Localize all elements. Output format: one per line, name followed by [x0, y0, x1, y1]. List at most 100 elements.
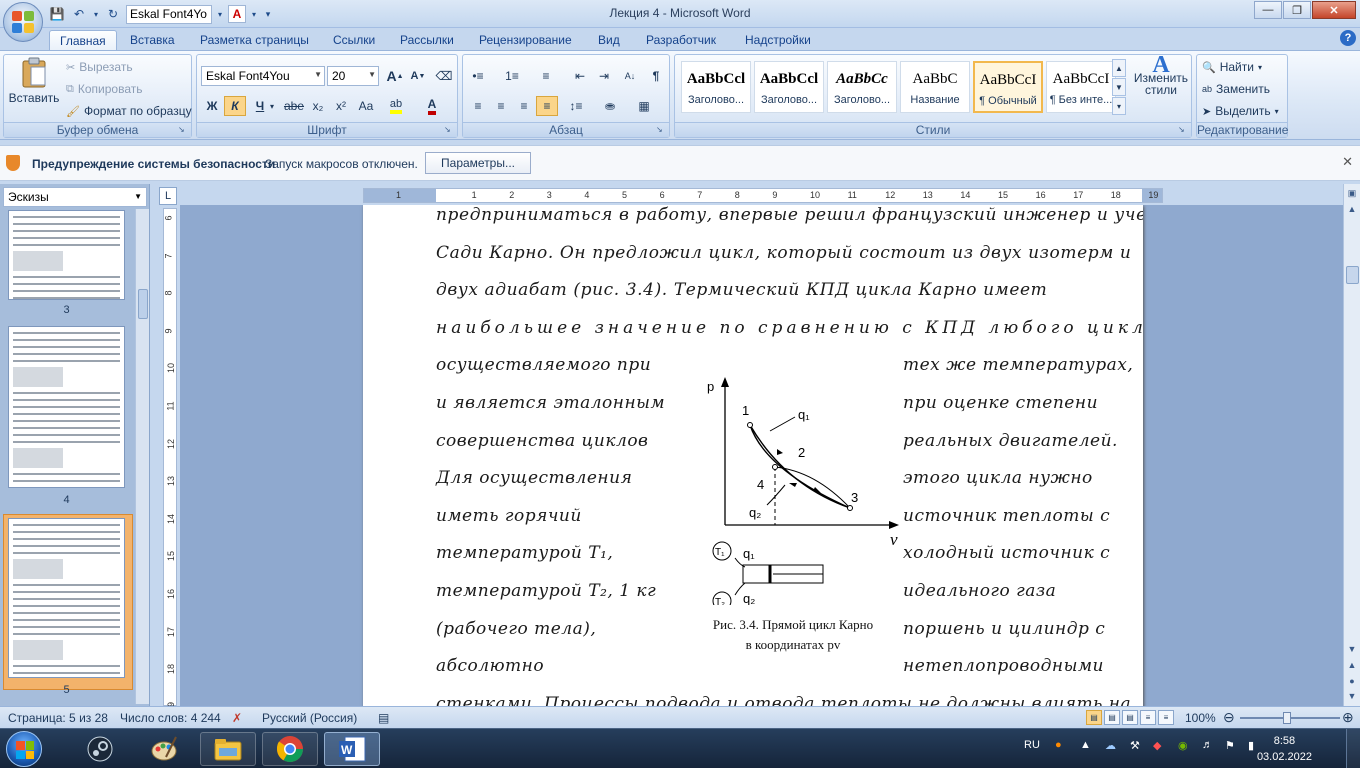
select-button[interactable]: ➤ Выделить ▾ [1202, 104, 1279, 118]
document-area[interactable]: p v 1 2 3 4 q₁ q₂ T₁ q₁ T₂ q₂ Рис. 3.4. … [180, 205, 1343, 706]
close-icon[interactable]: ✕ [1342, 154, 1353, 170]
superscript-button[interactable]: x² [330, 96, 352, 116]
style-item[interactable]: AaBbC Название [900, 61, 970, 113]
multilevel-list-button[interactable]: ≡ [535, 66, 557, 86]
align-left-button[interactable]: ≡ [467, 96, 489, 116]
document-page[interactable]: p v 1 2 3 4 q₁ q₂ T₁ q₁ T₂ q₂ Рис. 3.4. … [363, 205, 1143, 706]
style-item[interactable]: AaBbCcl Заголово... [754, 61, 824, 113]
document-text-line[interactable]: наибольшее значение по сравнению с КПД л… [436, 318, 1143, 338]
keyboard-language[interactable]: RU [1024, 739, 1040, 751]
tray-flag-icon[interactable]: ⚑ [1225, 739, 1235, 752]
chrome-taskbar-icon[interactable] [262, 732, 318, 766]
change-styles-button[interactable]: A Изменить стили [1133, 53, 1189, 96]
tray-volume-icon[interactable]: ♬ [1202, 739, 1213, 751]
tray-network-icon[interactable]: ▲ [1080, 739, 1091, 751]
tray-avast-icon[interactable]: ● [1055, 739, 1062, 751]
align-right-button[interactable]: ≡ [513, 96, 535, 116]
word-taskbar-icon[interactable]: W [324, 732, 380, 766]
office-button[interactable] [3, 2, 43, 42]
replace-button[interactable]: ab Заменить [1202, 82, 1270, 96]
print-layout-view-icon[interactable]: ▤ [1086, 710, 1102, 725]
document-text-line[interactable]: идеального газа [903, 581, 1056, 601]
word-count[interactable]: Число слов: 4 244 [120, 711, 221, 725]
scroll-up-icon[interactable]: ▲ [1345, 202, 1359, 216]
tab-selector-button[interactable]: L [159, 187, 177, 205]
document-text-line[interactable]: (рабочего тела), [436, 619, 596, 639]
tab-references[interactable]: Ссылки [323, 30, 385, 50]
web-layout-icon[interactable]: ▤ [1122, 710, 1138, 725]
help-icon[interactable]: ? [1340, 30, 1356, 46]
show-desktop-button[interactable] [1346, 729, 1360, 768]
show-marks-button[interactable]: ¶ [645, 66, 667, 86]
select-browse-object-icon[interactable]: ● [1345, 674, 1359, 688]
strikethrough-button[interactable]: abe [283, 96, 305, 116]
thumbnail-page[interactable] [8, 326, 125, 488]
shrink-font-button[interactable]: A ▼ [407, 66, 429, 86]
restore-icon[interactable]: ❐ [1283, 1, 1311, 19]
paragraph-launcher-icon[interactable]: ↘ [656, 125, 666, 135]
font-launcher-icon[interactable]: ↘ [444, 125, 454, 135]
underline-dropdown-icon[interactable]: ▾ [267, 96, 277, 116]
document-text-line[interactable]: двух адиабат (рис. 3.4). Термический КПД… [436, 280, 1136, 300]
document-text-line[interactable]: температурой T₁, [436, 543, 613, 563]
taskbar-clock[interactable]: 8:58 03.02.2022 [1257, 733, 1312, 765]
style-item[interactable]: AaBbCc Заголово... [827, 61, 897, 113]
steam-taskbar-icon[interactable] [72, 732, 128, 766]
font-name-combo[interactable]: Eskal Font4You ▼ [201, 66, 325, 86]
zoom-in-icon[interactable]: ⊕ [1342, 709, 1354, 726]
thumbnail-scrollbar[interactable] [135, 209, 149, 704]
zoom-level[interactable]: 100% [1185, 711, 1216, 725]
numbering-button[interactable]: 1≡ [501, 66, 523, 86]
document-text-line[interactable]: и является эталонным [436, 393, 665, 413]
copy-button[interactable]: ⧉ Копировать [66, 82, 142, 96]
tab-insert[interactable]: Вставка [120, 30, 185, 50]
thumbnail-scroll-thumb[interactable] [138, 289, 148, 319]
style-item[interactable]: AaBbCcI ¶ Обычный [973, 61, 1043, 113]
document-text-line[interactable]: Сади Карно. Он предложил цикл, который с… [436, 243, 1136, 263]
styles-scroll-up-icon[interactable]: ▲ [1112, 59, 1126, 77]
document-text-line[interactable]: совершенства циклов [436, 431, 648, 451]
subscript-button[interactable]: x₂ [307, 96, 329, 116]
bullets-button[interactable]: •≡ [467, 66, 489, 86]
document-text-line[interactable]: нетеплопроводными [903, 656, 1104, 676]
find-button[interactable]: 🔍 Найти ▾ [1202, 60, 1262, 74]
vertical-scroll-thumb[interactable] [1346, 266, 1359, 284]
spellcheck-icon[interactable]: ✗ [232, 711, 242, 725]
line-spacing-button[interactable]: ↕≡ [565, 96, 587, 116]
document-text-line[interactable]: Для осуществления [436, 468, 632, 488]
zoom-out-icon[interactable]: ⊖ [1223, 709, 1235, 726]
draft-view-icon[interactable]: ≡ [1158, 710, 1174, 725]
format-painter-button[interactable]: 🖌 Формат по образцу [66, 104, 192, 118]
tab-home[interactable]: Главная [49, 30, 117, 50]
close-icon[interactable]: ✕ [1312, 1, 1356, 19]
borders-button[interactable]: ▦ [633, 96, 655, 116]
document-text-line[interactable]: стенками. Процессы подвода и отвода тепл… [436, 694, 1131, 706]
ruler-toggle-icon[interactable]: ▣ [1345, 186, 1359, 200]
document-text-line[interactable]: реальных двигателей. [903, 431, 1118, 451]
language-indicator[interactable]: Русский (Россия) [262, 711, 357, 725]
full-screen-reading-icon[interactable]: ▤ [1104, 710, 1120, 725]
thumbnail-page[interactable] [8, 518, 125, 678]
document-text-line[interactable]: предприниматься в работу, впервые решил … [436, 205, 1143, 225]
tab-page-layout[interactable]: Разметка страницы [190, 30, 319, 50]
grow-font-button[interactable]: A ▲ [384, 66, 406, 86]
thumbnail-page[interactable] [8, 210, 125, 300]
document-text-line[interactable]: абсолютно [436, 656, 544, 676]
shading-button[interactable]: ⛂ [599, 96, 621, 116]
cut-button[interactable]: ✂ Вырезать [66, 60, 133, 74]
vertical-scrollbar[interactable]: ▣ ▲ ▼ ▲ ● ▼ [1343, 184, 1360, 706]
zoom-slider-thumb[interactable] [1283, 712, 1291, 724]
page-count[interactable]: Страница: 5 из 28 [8, 711, 108, 725]
tab-mailings[interactable]: Рассылки [390, 30, 464, 50]
paint-taskbar-icon[interactable] [136, 732, 192, 766]
tab-addins[interactable]: Надстройки [735, 30, 821, 50]
tab-review[interactable]: Рецензирование [469, 30, 582, 50]
justify-button[interactable]: ≡ [536, 96, 558, 116]
document-text-line[interactable]: тех же температурах, [903, 355, 1133, 375]
explorer-taskbar-icon[interactable] [200, 732, 256, 766]
horizontal-ruler[interactable]: 1 1 2 3 4 5 6 7 8 9 10 11 12 13 14 15 16 17 18 19 [363, 188, 1163, 203]
style-item[interactable]: AaBbCcI ¶ Без инте... [1046, 61, 1116, 113]
style-item[interactable]: AaBbCcl Заголово... [681, 61, 751, 113]
clear-format-button[interactable]: ⌫ [433, 66, 455, 86]
next-page-icon[interactable]: ▼ [1345, 689, 1359, 703]
